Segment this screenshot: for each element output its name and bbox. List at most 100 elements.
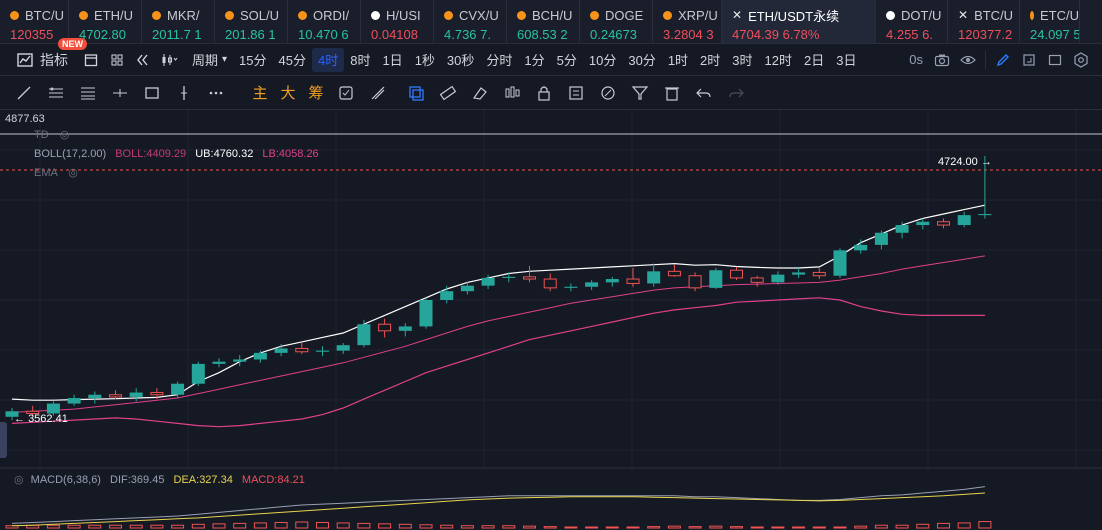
ticker-tab[interactable]: DOGE 0.24673 xyxy=(580,0,653,43)
magnet-icon[interactable] xyxy=(404,81,428,105)
interval-button[interactable]: 1秒 xyxy=(409,48,441,72)
arrow-right-icon: → xyxy=(980,156,992,168)
macd-indicator-row: ◎ MACD(6,38,6) DIF:369.45 DEA:327.34 MAC… xyxy=(14,473,305,486)
interval-button[interactable]: 30分 xyxy=(622,48,661,72)
interval-button[interactable]: 3时 xyxy=(726,48,758,72)
macd-histogram-bar xyxy=(460,525,474,529)
interval-button[interactable]: 2时 xyxy=(694,48,726,72)
macd-label: MACD(6,38,6) xyxy=(30,474,101,486)
chart-area[interactable]: 4877.63 TD ◎ BOLL(17,2.00) BOLL:4409.29 … xyxy=(0,110,1102,530)
ticker-price: 24.097 5 xyxy=(1030,27,1080,42)
ticker-tab[interactable]: XRP/U 3.2804 3 xyxy=(653,0,722,43)
ticker-price: 4702.80 xyxy=(79,27,126,42)
eraser-icon[interactable] xyxy=(468,81,492,105)
more-icon[interactable] xyxy=(204,81,228,105)
macd-histogram-bar xyxy=(46,524,60,529)
trendline-icon[interactable] xyxy=(12,81,36,105)
text-tool-button[interactable]: 主 xyxy=(248,81,272,105)
camera-icon[interactable] xyxy=(931,49,953,71)
eye-hidden-icon[interactable]: ◎ xyxy=(68,167,78,179)
candle-tool-icon[interactable] xyxy=(500,81,524,105)
ticker-price: 608.53 2 xyxy=(517,27,568,42)
brush-icon[interactable] xyxy=(366,81,390,105)
filter-icon[interactable] xyxy=(628,81,652,105)
calendar-icon[interactable] xyxy=(80,49,102,71)
ticker-tab[interactable]: ORDI/10.470 6 xyxy=(288,0,361,43)
dot-icon xyxy=(79,10,88,20)
ticker-tab[interactable]: BTC/U 120355 xyxy=(0,0,69,43)
candle-body xyxy=(647,271,661,284)
interval-button[interactable]: 1分 xyxy=(518,48,550,72)
ticker-tab[interactable]: CVX/U 4.736 7. xyxy=(434,0,507,43)
candle-body xyxy=(605,279,619,283)
macd-histogram-bar xyxy=(667,525,681,529)
undo-icon[interactable] xyxy=(692,81,716,105)
macd-histogram-bar xyxy=(316,521,329,529)
dot-icon xyxy=(1030,10,1034,20)
interval-button[interactable]: 3日 xyxy=(830,48,862,72)
interval-button[interactable]: 12时 xyxy=(759,48,798,72)
macd-collapse-icon[interactable]: ◎ xyxy=(14,474,24,486)
ticker-tab[interactable]: BCH/U 608.53 2 xyxy=(507,0,580,43)
tag-icon[interactable] xyxy=(596,81,620,105)
interval-button[interactable]: 2日 xyxy=(798,48,830,72)
lock-icon[interactable] xyxy=(532,81,556,105)
rectangle-icon[interactable] xyxy=(140,81,164,105)
list-tool-icon[interactable] xyxy=(564,81,588,105)
indicators-button[interactable]: 指标 xyxy=(38,48,74,72)
drawing-toolbar: 主大筹 xyxy=(0,76,1102,110)
fib-lines-icon[interactable] xyxy=(76,81,100,105)
ticker-tab[interactable]: SOL/U 201.86 1 xyxy=(215,0,288,43)
interval-button[interactable]: 5分 xyxy=(551,48,583,72)
interval-button[interactable]: 分时 xyxy=(480,48,518,72)
interval-button[interactable]: 15分 xyxy=(233,48,272,72)
ticker-tab[interactable]: DOT/U 4.255 6. xyxy=(876,0,948,43)
macd-histogram-bar xyxy=(585,526,599,529)
candle-body xyxy=(109,394,122,398)
ticker-tab[interactable]: MKR/2011.7 1 xyxy=(142,0,215,43)
macd-histogram-bar xyxy=(709,525,723,529)
price-chart[interactable] xyxy=(0,110,1102,530)
ruler-icon[interactable] xyxy=(436,81,460,105)
dot-icon xyxy=(444,10,453,20)
eye-icon[interactable] xyxy=(957,49,979,71)
ticker-tab[interactable]: ETC/U 24.097 5 xyxy=(1020,0,1080,43)
interval-button[interactable]: 8时 xyxy=(344,48,376,72)
interval-button[interactable]: 10分 xyxy=(583,48,622,72)
ticker-tab[interactable]: ✕ BTC/U 120377.2 xyxy=(948,0,1020,43)
layout-icon[interactable] xyxy=(106,49,128,71)
interval-button[interactable]: 1时 xyxy=(662,48,694,72)
macd-histogram-bar xyxy=(647,526,661,529)
candle-body xyxy=(957,215,971,226)
pencil-icon[interactable] xyxy=(992,49,1014,71)
ticker-symbol: CVX/U xyxy=(459,7,499,23)
horizontal-ray-icon[interactable] xyxy=(108,81,132,105)
rewind-icon[interactable] xyxy=(132,49,154,71)
snapshot-icon[interactable] xyxy=(334,81,358,105)
settings-icon[interactable] xyxy=(1070,49,1092,71)
indicators-icon[interactable] xyxy=(14,49,36,71)
interval-button[interactable]: 4时 xyxy=(311,47,345,72)
td-indicator-row: TD ◎ xyxy=(34,128,69,141)
ticker-tab[interactable]: H/USI 0.04108 xyxy=(361,0,434,43)
arrow-left-icon: ← xyxy=(14,413,29,425)
candle-body xyxy=(67,398,81,404)
ticker-price: 4.736 7. xyxy=(444,27,491,42)
period-dropdown[interactable]: 周期 ▾ xyxy=(186,48,233,72)
eye-hidden-icon[interactable]: ◎ xyxy=(60,129,70,141)
text-tool-button[interactable]: 大 xyxy=(276,81,300,105)
sidebar-toggle[interactable] xyxy=(0,422,7,458)
text-tool-button[interactable]: 筹 xyxy=(304,81,328,105)
horizontal-lines-icon[interactable] xyxy=(44,81,68,105)
timer-label[interactable]: 0s xyxy=(903,48,929,72)
window-icon[interactable] xyxy=(1044,49,1066,71)
redo-icon[interactable] xyxy=(724,81,748,105)
expand-icon[interactable] xyxy=(1018,49,1040,71)
vertical-line-icon[interactable] xyxy=(172,81,196,105)
interval-button[interactable]: 1日 xyxy=(376,48,408,72)
ticker-tab[interactable]: ✕ ETH/USDT永续 4704.39 6.78% xyxy=(722,0,876,43)
trash-icon[interactable] xyxy=(660,81,684,105)
chart-type-icon[interactable] xyxy=(158,49,180,71)
interval-button[interactable]: 45分 xyxy=(273,48,312,72)
interval-button[interactable]: 30秒 xyxy=(441,48,480,72)
